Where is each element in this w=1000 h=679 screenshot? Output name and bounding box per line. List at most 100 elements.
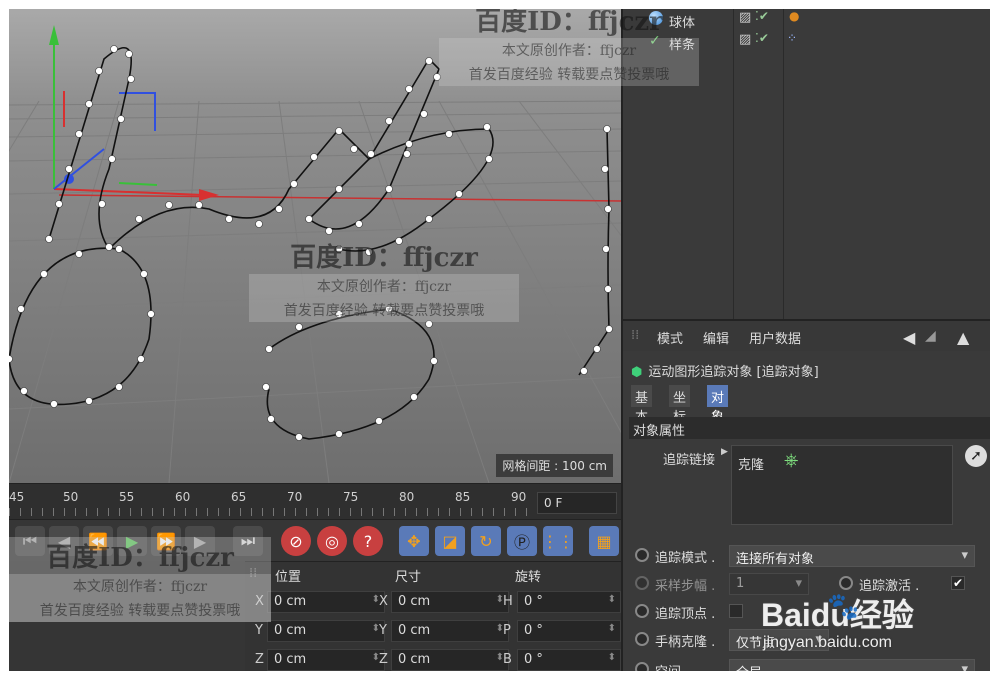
object-title-text: 运动图形追踪对象 [追踪对象] xyxy=(648,365,819,380)
axis-label: B xyxy=(503,652,512,667)
rotation-h-field[interactable]: 0 ° xyxy=(517,591,621,613)
axis-label: H xyxy=(503,594,513,609)
tab-basic[interactable]: 基本 xyxy=(631,385,653,425)
enabled-check-icon[interactable]: ⁚✔ xyxy=(755,31,769,45)
scale-tool-icon[interactable]: ◪ xyxy=(435,526,465,556)
rotation-header: 旋转 xyxy=(515,570,542,585)
handle-clone-label: 手柄克隆 . xyxy=(655,635,716,650)
object-name[interactable]: 球体 xyxy=(669,12,695,31)
material-tag-icon[interactable]: ● xyxy=(789,9,799,23)
space-label: 空间 . . . . . xyxy=(655,661,722,671)
animate-radio-icon[interactable] xyxy=(635,604,649,618)
back-arrow-icon[interactable]: ◀ xyxy=(903,328,915,347)
3d-viewport[interactable]: 网格间距 : 100 cm xyxy=(9,9,621,483)
previous-frame-icon[interactable]: ⏪ xyxy=(83,526,113,556)
spline-tag-icon[interactable]: ⁘ xyxy=(787,31,797,45)
space-dropdown[interactable]: 全局 xyxy=(729,659,975,671)
animate-radio-icon[interactable] xyxy=(635,662,649,671)
previous-keyframe-icon[interactable]: ◀ xyxy=(49,526,79,556)
point-level-icon[interactable]: ⋮⋮ xyxy=(542,526,574,556)
visibility-toggle-icon[interactable]: ▨ xyxy=(739,32,751,47)
next-keyframe-icon[interactable]: ▶ xyxy=(185,526,215,556)
menu-user-data[interactable]: 用户数据 xyxy=(749,328,801,347)
baidu-logo-url: jingyan.baidu.com xyxy=(763,634,892,651)
visibility-toggle-icon[interactable]: ▨ xyxy=(739,10,751,25)
rotation-b-field[interactable]: 0 ° xyxy=(517,649,621,671)
animate-radio-icon[interactable] xyxy=(839,576,853,590)
position-y-field[interactable]: 0 cm xyxy=(267,620,385,642)
column-divider xyxy=(783,9,784,319)
timeline[interactable]: 45 50 55 60 65 70 75 80 85 90 0 F xyxy=(9,483,621,519)
material-panel xyxy=(9,561,245,671)
record-key-icon[interactable]: ⊘ xyxy=(281,526,311,556)
timeline-tick: 80 xyxy=(399,490,415,504)
timeline-tick: 85 xyxy=(455,490,471,504)
axis-label: Z xyxy=(379,652,388,667)
tab-coord[interactable]: 坐标 xyxy=(669,385,691,425)
position-x-field[interactable]: 0 cm xyxy=(267,591,385,613)
menu-mode[interactable]: 模式 xyxy=(657,328,683,347)
trace-link-list[interactable]: 克隆 ⎈ xyxy=(731,445,953,525)
go-to-start-icon[interactable]: ⏮ xyxy=(15,526,45,556)
keyframe-selection-icon[interactable]: ? xyxy=(353,526,383,556)
trace-active-checkbox[interactable]: ✔ xyxy=(951,576,965,590)
rotation-p-field[interactable]: 0 ° xyxy=(517,620,621,642)
grip-icon: ⁞⁞ xyxy=(249,566,258,581)
rotate-tool-icon[interactable]: ↻ xyxy=(471,526,501,556)
trace-vertex-label: 追踪顶点 . xyxy=(655,607,716,622)
cursor-pin-icon[interactable]: ▲ xyxy=(957,328,969,347)
animate-radio-icon[interactable] xyxy=(635,632,649,646)
object-name[interactable]: 样条 xyxy=(669,34,695,53)
forward-arrow-icon[interactable]: ◢ xyxy=(925,328,936,344)
trace-mode-row: 追踪模式 . 连接所有对象 xyxy=(631,543,986,569)
animate-radio-icon[interactable] xyxy=(635,548,649,562)
trace-mode-dropdown[interactable]: 连接所有对象 xyxy=(729,545,975,567)
play-icon[interactable]: ▶ xyxy=(117,526,147,556)
position-z-field[interactable]: 0 cm xyxy=(267,649,385,671)
enabled-check-icon[interactable]: ⁚✔ xyxy=(755,9,769,23)
timeline-tick: 55 xyxy=(119,490,135,504)
coordinates-manager: ⁞⁞ 位置 尺寸 旋转 X 0 cm X 0 cm H 0 ° Y 0 cm Y… xyxy=(245,561,621,671)
tab-object[interactable]: 对象 xyxy=(707,385,729,425)
axis-label: P xyxy=(503,623,511,638)
cloner-icon: ⎈ xyxy=(784,450,799,471)
axis-label: Y xyxy=(379,623,387,638)
grid-spacing-label: 网格间距 : 100 cm xyxy=(496,454,613,477)
trace-link-label: 追踪链接 xyxy=(663,453,716,468)
parameter-key-icon[interactable]: Ⓟ xyxy=(507,526,537,556)
trace-mode-label: 追踪模式 . xyxy=(655,551,716,566)
trace-vertex-checkbox[interactable] xyxy=(729,604,743,618)
baidu-jingyan-logo: Baidu经验 🐾 jingyan.baidu.com xyxy=(757,590,989,660)
paw-icon: 🐾 xyxy=(827,592,860,622)
go-to-end-icon[interactable]: ⏭ xyxy=(233,526,263,556)
timeline-tick: 90 xyxy=(511,490,527,504)
object-row-spline[interactable]: ✓ 样条 ▨ ⁚✔ ⁘ xyxy=(623,31,990,53)
size-z-field[interactable]: 0 cm xyxy=(391,649,509,671)
filmstrip-icon[interactable]: ▦ xyxy=(589,526,619,556)
object-manager: 球体 ▨ ⁚✔ ● ✓ 样条 ▨ ⁚✔ ⁘ xyxy=(621,9,990,319)
autokey-icon[interactable]: ◎ xyxy=(317,526,347,556)
coord-row-x: X 0 cm X 0 cm H 0 ° xyxy=(245,588,621,616)
spline-icon: ✓ xyxy=(649,33,661,49)
coord-row-y: Y 0 cm Y 0 cm P 0 ° xyxy=(245,617,621,645)
object-row-sphere[interactable]: 球体 ▨ ⁚✔ ● xyxy=(623,9,990,31)
section-title: 对象属性 xyxy=(629,417,990,439)
grip-icon: ⁞⁞ xyxy=(631,328,640,343)
timeline-ruler[interactable]: 45 50 55 60 65 70 75 80 85 90 xyxy=(9,484,529,520)
expand-arrow-icon[interactable]: ▶ xyxy=(721,447,728,457)
trace-link-item[interactable]: 克隆 xyxy=(738,454,764,473)
playback-toolbar: ⏮ ◀ ⏪ ▶ ⏩ ▶ ⏭ ⊘ ◎ ? ✥ ◪ ↻ Ⓟ ⋮⋮ ▦ xyxy=(9,519,621,561)
size-header: 尺寸 xyxy=(395,570,422,585)
animate-radio-icon[interactable] xyxy=(635,576,649,590)
axis-label: Z xyxy=(255,652,264,667)
menu-edit[interactable]: 编辑 xyxy=(703,328,729,347)
cinema4d-window: 网格间距 : 100 cm 45 50 55 60 65 70 75 80 85… xyxy=(9,9,990,671)
size-x-field[interactable]: 0 cm xyxy=(391,591,509,613)
axis-label: X xyxy=(379,594,388,609)
move-tool-icon[interactable]: ✥ xyxy=(399,526,429,556)
next-frame-icon[interactable]: ⏩ xyxy=(151,526,181,556)
current-frame-field[interactable]: 0 F xyxy=(537,492,617,514)
size-y-field[interactable]: 0 cm xyxy=(391,620,509,642)
position-header: 位置 xyxy=(275,570,302,585)
link-pick-icon[interactable]: ➚ xyxy=(965,445,987,467)
